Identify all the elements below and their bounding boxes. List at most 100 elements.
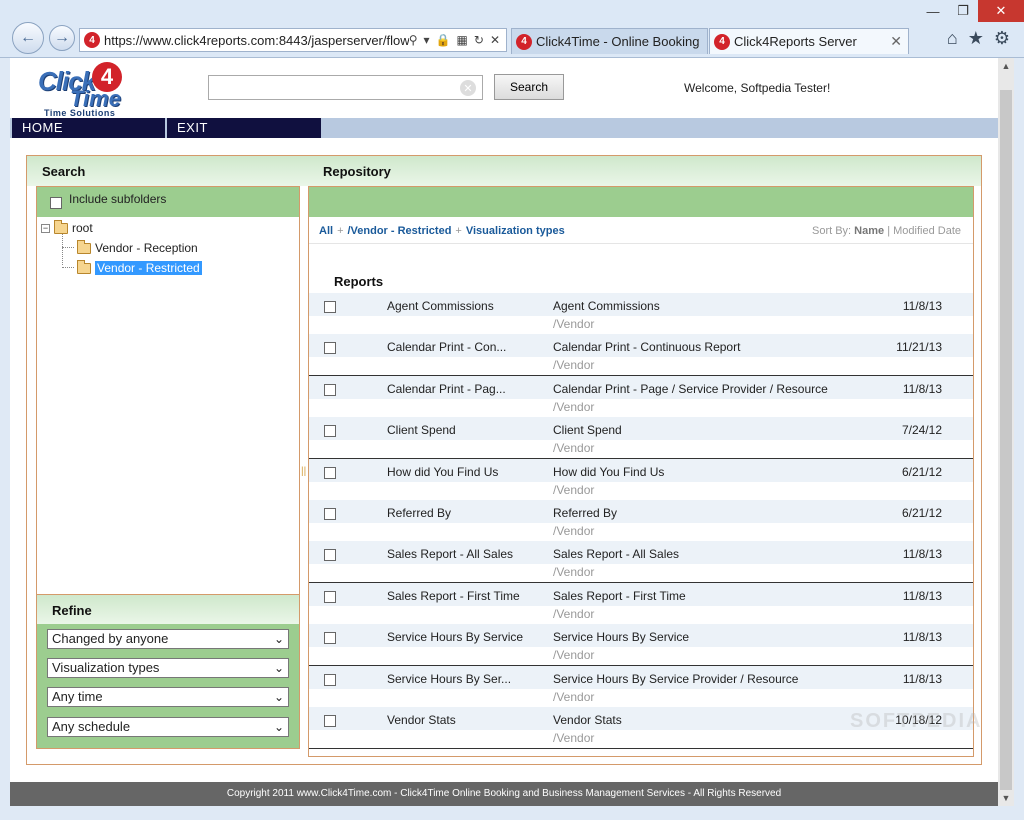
report-checkbox[interactable] [324, 508, 336, 520]
tab-close-icon[interactable]: ✕ [890, 33, 902, 50]
report-path: /Vendor [553, 689, 595, 704]
settings-gear-icon[interactable]: ⚙ [994, 28, 1010, 49]
favorites-star-icon[interactable]: ★ [968, 28, 984, 49]
menu-home[interactable]: HOME [12, 118, 165, 138]
search-button[interactable]: Search [494, 74, 564, 100]
back-button[interactable]: ← [12, 22, 44, 54]
report-description: Calendar Print - Page / Service Provider… [553, 381, 828, 396]
lock-icon[interactable]: 🔒 [436, 33, 451, 47]
watermark: SOFTPEDIA [850, 710, 983, 732]
report-checkbox[interactable] [324, 425, 336, 438]
breadcrumb-folder[interactable]: /Vendor - Restricted [348, 225, 452, 237]
report-row[interactable]: Sales Report - All Sales Sales Report - A… [309, 541, 973, 584]
report-name[interactable]: Sales Report - All Sales [387, 547, 537, 561]
vertical-scrollbar[interactable]: ▲ ▼ [998, 58, 1014, 806]
report-name[interactable]: How did You Find Us [387, 465, 537, 479]
report-name[interactable]: Sales Report - First Time [387, 589, 537, 603]
panel-splitter-handle[interactable]: || [301, 466, 306, 477]
refresh-icon[interactable]: ↻ [474, 33, 484, 47]
report-row[interactable]: Agent Commissions Agent Commissions/Vendo… [309, 293, 973, 335]
browser-tab-click4reports[interactable]: 4 Click4Reports Server ✕ [709, 28, 909, 54]
breadcrumb-all[interactable]: All [319, 225, 333, 237]
window-controls: — ❐ ✕ [918, 0, 1024, 22]
report-row[interactable]: Sales Report - First Time Sales Report - … [309, 582, 973, 625]
close-window-button[interactable]: ✕ [978, 0, 1024, 22]
repository-panel: All +/Vendor - Restricted + Visualization t… [308, 186, 974, 757]
click4time-logo[interactable]: Click 4 Time Time Solutions [36, 62, 146, 118]
report-row[interactable]: Referred By Referred By/Vendor 6/21/12 [309, 500, 973, 542]
main-menu: HOME EXIT [10, 118, 998, 138]
compat-view-icon[interactable]: ▦ [457, 33, 468, 47]
forward-button[interactable]: → [49, 25, 75, 51]
report-name[interactable]: Referred By [387, 506, 537, 520]
report-path: /Vendor [553, 648, 595, 663]
report-name[interactable]: Calendar Print - Con... [387, 340, 537, 354]
search-icon[interactable]: ⚲ [409, 33, 418, 47]
tree-node-vendor-reception[interactable]: Vendor - Reception [77, 239, 198, 255]
type-select[interactable]: Visualization types ⌄ [47, 658, 289, 678]
report-row[interactable]: Service Hours By Ser... Service Hours By … [309, 665, 973, 708]
scroll-thumb[interactable] [1000, 90, 1012, 790]
sort-bar: Sort By: Name | Modified Date [812, 225, 961, 237]
report-name[interactable]: Calendar Print - Pag... [387, 382, 537, 396]
scroll-down-icon[interactable]: ▼ [998, 790, 1014, 806]
report-checkbox[interactable] [324, 715, 336, 727]
sort-by-modified[interactable]: Modified Date [893, 225, 961, 237]
tree-node-vendor-restricted[interactable]: Vendor - Restricted [77, 259, 202, 275]
stop-icon[interactable]: ✕ [490, 33, 500, 47]
report-row[interactable]: Client Spend Client Spend/Vendor 7/24/12 [309, 417, 973, 460]
time-select[interactable]: Any time ⌄ [47, 687, 289, 707]
restore-button[interactable]: ❐ [948, 0, 978, 22]
page-viewport: Click 4 Time Time Solutions ✕ Search Wel… [10, 58, 998, 806]
report-checkbox[interactable] [324, 590, 336, 603]
report-checkbox[interactable] [324, 549, 336, 562]
repository-title: Repository [323, 164, 391, 179]
report-row[interactable]: How did You Find Us How did You Find Us/V… [309, 458, 973, 501]
select-value: Changed by anyone [52, 631, 169, 646]
report-row[interactable]: Service Hours By Service Service Hours By… [309, 624, 973, 667]
report-row[interactable]: Calendar Print - Con... Calendar Print - … [309, 334, 973, 377]
minimize-button[interactable]: — [918, 0, 948, 22]
report-checkbox[interactable] [324, 466, 336, 479]
report-checkbox[interactable] [324, 383, 336, 396]
dropdown-arrow-icon[interactable]: ▾ [424, 33, 430, 47]
report-description: Service Hours By Service Provider / Reso… [553, 671, 799, 686]
panel-header [27, 156, 981, 186]
changed-by-select[interactable]: Changed by anyone ⌄ [47, 629, 289, 649]
include-subfolders-checkbox[interactable] [50, 197, 62, 209]
address-bar[interactable]: 4 https://www.click4reports.com:8443/jas… [79, 28, 507, 52]
search-input[interactable] [208, 75, 483, 100]
breadcrumb-filter[interactable]: Visualization types [466, 225, 565, 237]
browser-tab-click4time[interactable]: 4 Click4Time - Online Booking ... [511, 28, 708, 54]
tree-node-root[interactable]: − root [41, 219, 93, 235]
chevron-down-icon: ⌄ [273, 632, 284, 646]
report-name[interactable]: Agent Commissions [387, 299, 537, 313]
select-value: Any schedule [52, 719, 131, 734]
report-date: 11/8/13 [902, 630, 942, 645]
report-checkbox[interactable] [324, 301, 336, 313]
report-checkbox[interactable] [324, 673, 336, 686]
report-row[interactable]: Calendar Print - Pag... Calendar Print - … [309, 375, 973, 418]
chevron-down-icon: ⌄ [273, 690, 284, 704]
report-name[interactable]: Vendor Stats [387, 713, 537, 727]
refine-title: Refine [52, 603, 92, 618]
select-value: Visualization types [52, 660, 160, 675]
welcome-message: Welcome, Softpedia Tester! [684, 81, 831, 95]
collapse-icon[interactable]: − [41, 223, 50, 233]
scroll-up-icon[interactable]: ▲ [998, 58, 1014, 74]
sort-by-name[interactable]: Name [854, 225, 884, 237]
home-icon[interactable]: ⌂ [947, 28, 958, 49]
report-name[interactable]: Service Hours By Service [387, 630, 537, 644]
report-checkbox[interactable] [324, 342, 336, 355]
report-name[interactable]: Client Spend [387, 423, 537, 437]
menu-exit[interactable]: EXIT [167, 118, 321, 138]
tab-label: Click4Reports Server [734, 34, 857, 49]
schedule-select[interactable]: Any schedule ⌄ [47, 717, 289, 737]
report-path: /Vendor [553, 565, 595, 580]
clear-search-icon[interactable]: ✕ [460, 80, 476, 96]
report-name[interactable]: Service Hours By Ser... [387, 672, 537, 686]
report-checkbox[interactable] [324, 632, 336, 645]
report-path: /Vendor [553, 606, 595, 621]
repository-toolbar [309, 187, 973, 217]
url-text[interactable]: https://www.click4reports.com:8443/jaspe… [104, 33, 409, 48]
